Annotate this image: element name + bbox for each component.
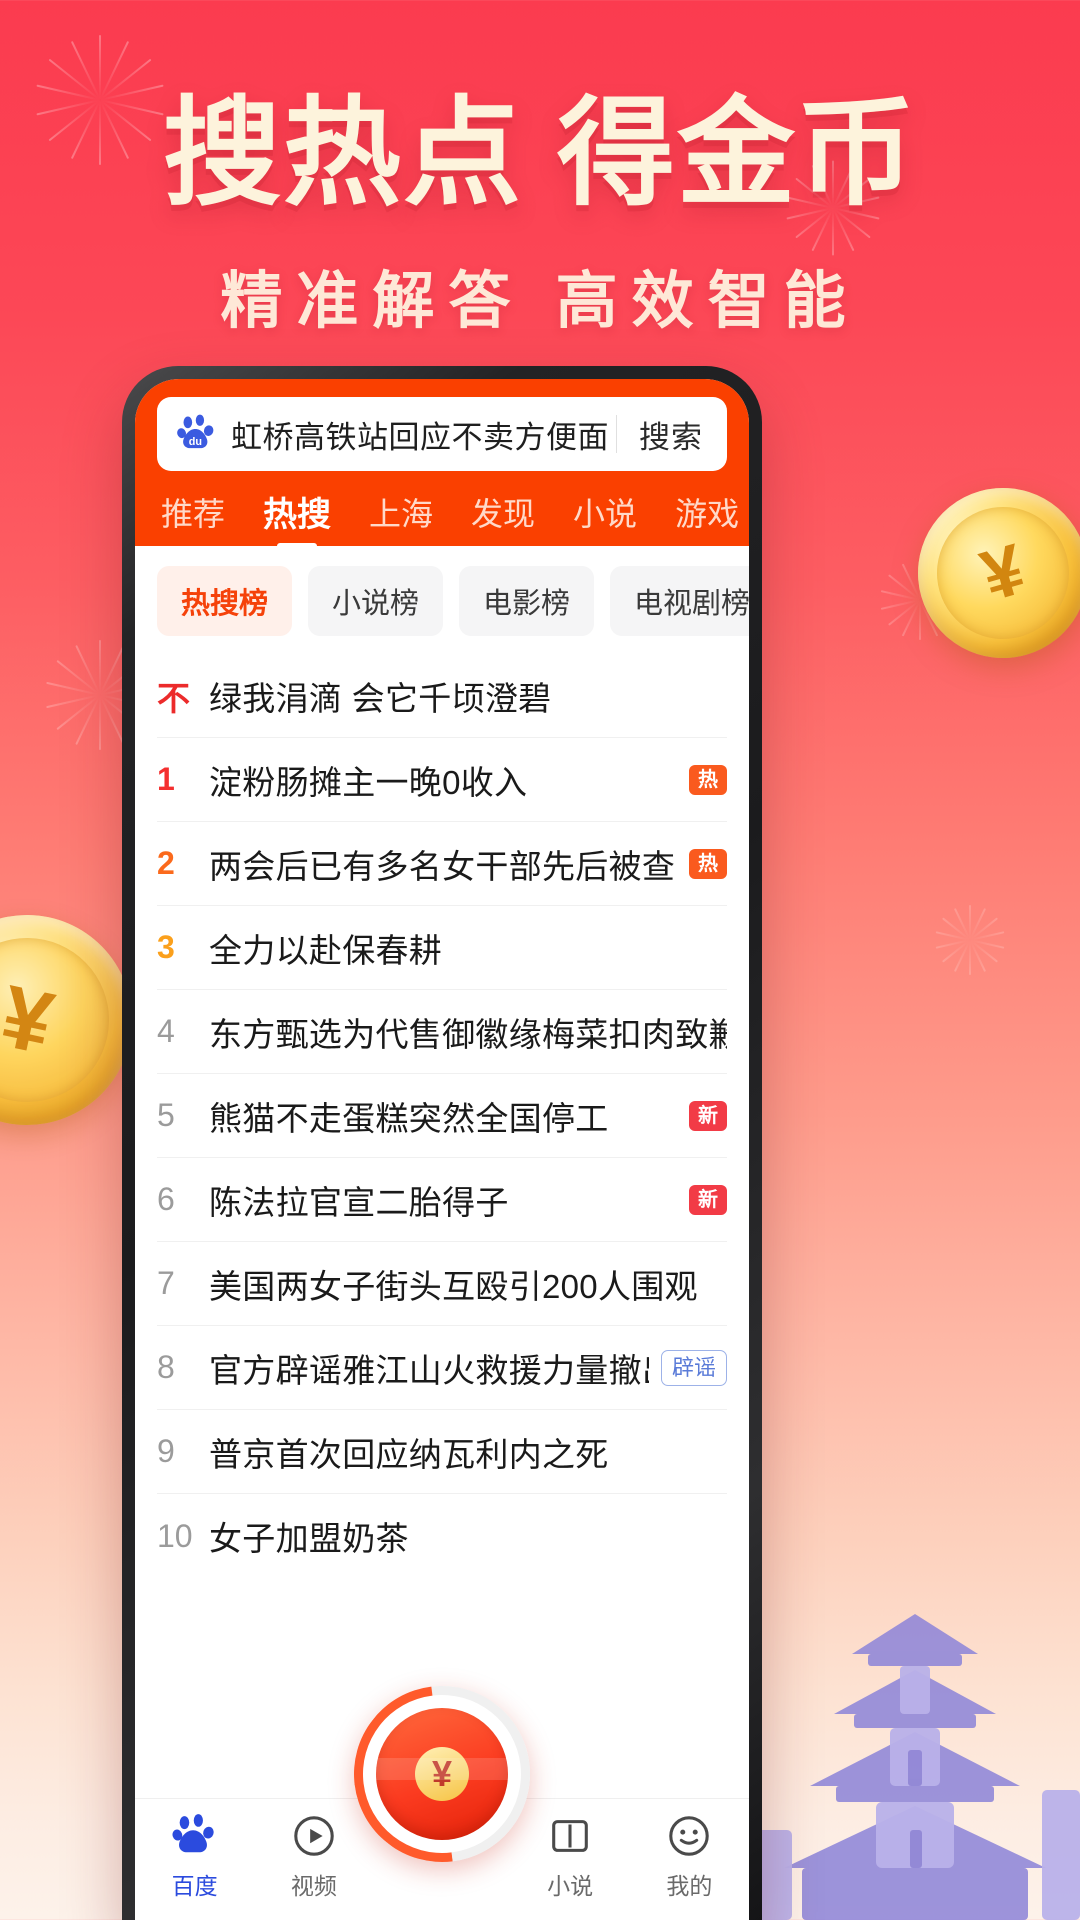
nav-item-novel[interactable]: 小说 <box>511 1813 630 1901</box>
rumor-badge: 辟谣 <box>660 1349 727 1386</box>
nav-item-mine[interactable]: 我的 <box>630 1813 749 1901</box>
chip-hotsearch-board[interactable]: 热搜榜 <box>157 566 293 636</box>
rank-number: 1 <box>157 761 175 797</box>
pagoda-illustration <box>750 1614 1080 1920</box>
hot-search-list: 不 绿我涓滴 会它千顷澄碧 1 淀粉肠摊主一晚0收入 热 2 两会后已有多名女干… <box>135 654 749 1798</box>
headline-part-2: 得金币 <box>557 84 918 222</box>
list-item-title: 东方甄选为代售御徽缘梅菜扣肉致歉 <box>209 1015 727 1053</box>
list-item-title: 女子加盟奶茶 <box>209 1520 409 1557</box>
chip-novel-board[interactable]: 小说榜 <box>308 566 444 636</box>
promo-headline-block: 搜热点 得金币 精准解答 高效智能 <box>0 91 1080 340</box>
play-circle-icon <box>294 1816 334 1856</box>
list-item-title: 官方辟谣雅江山火救援力量撤出 <box>209 1351 649 1389</box>
nav-tabs: 推荐 热搜 上海 发现 小说 游戏 听书 <box>157 471 739 546</box>
list-item-title: 两会后已有多名女干部先后被查 <box>209 847 676 885</box>
list-item-title: 淀粉肠摊主一晚0收入 <box>209 763 528 801</box>
search-button[interactable]: 搜索 <box>621 412 721 457</box>
chip-tvseries-board[interactable]: 电视剧榜 <box>610 566 749 636</box>
baidu-paw-icon: du <box>177 414 214 449</box>
list-item-title: 熊猫不走蛋糕突然全国停工 <box>209 1099 609 1137</box>
list-item[interactable]: 5 熊猫不走蛋糕突然全国停工 新 <box>157 1074 727 1158</box>
list-item[interactable]: 4 东方甄选为代售御徽缘梅菜扣肉致歉 <box>157 990 727 1074</box>
phone-mockup: du 虹桥高铁站回应不卖方便面 搜索 推荐 热搜 上海 发现 小说 游戏 听书 <box>122 366 762 1920</box>
phone-screen: du 虹桥高铁站回应不卖方便面 搜索 推荐 热搜 上海 发现 小说 游戏 听书 <box>135 379 749 1920</box>
rank-number: 3 <box>157 929 175 965</box>
list-item-title: 陈法拉官宣二胎得子 <box>209 1183 509 1221</box>
status-badge: 热 <box>689 764 727 795</box>
tab-novel[interactable]: 小说 <box>554 489 656 535</box>
status-badge: 新 <box>689 1100 727 1131</box>
list-item[interactable]: 10 女子加盟奶茶 <box>157 1494 727 1578</box>
smiley-face-icon <box>669 1816 710 1856</box>
rank-number: 7 <box>157 1265 175 1301</box>
headline-part-1: 搜热点 <box>162 84 523 222</box>
list-item[interactable]: 8 官方辟谣雅江山火救援力量撤出 辟谣 <box>157 1326 727 1410</box>
rank-number: 不 <box>157 679 190 717</box>
chip-movie-board[interactable]: 电影榜 <box>459 566 595 636</box>
rank-number: 9 <box>157 1433 175 1469</box>
list-item-title: 全力以赴保春耕 <box>209 931 443 969</box>
rank-number: 4 <box>157 1013 175 1049</box>
list-item[interactable]: 9 普京首次回应纳瓦利内之死 <box>157 1410 727 1494</box>
search-bar[interactable]: du 虹桥高铁站回应不卖方便面 搜索 <box>157 397 727 471</box>
list-item[interactable]: 7 美国两女子街头互殴引200人围观 <box>157 1242 727 1326</box>
promo-subtitle: 精准解答 高效智能 <box>220 266 860 336</box>
page-title: 搜热点 得金币 <box>0 91 1080 216</box>
list-item-title: 普京首次回应纳瓦利内之死 <box>209 1435 609 1473</box>
sparkle-icon <box>935 905 1005 975</box>
svg-text:du: du <box>189 436 202 448</box>
baidu-paw-icon <box>172 1814 214 1853</box>
nav-label: 我的 <box>666 1873 713 1899</box>
list-item[interactable]: 3 全力以赴保春耕 <box>157 906 727 990</box>
nav-label: 视频 <box>290 1873 337 1899</box>
list-item[interactable]: 不 绿我涓滴 会它千顷澄碧 <box>157 654 727 738</box>
red-packet-icon: ¥ <box>376 1708 508 1840</box>
search-divider <box>616 415 617 453</box>
nav-item-baidu[interactable]: 百度 <box>135 1813 254 1901</box>
tab-game[interactable]: 游戏 <box>656 489 749 535</box>
rank-number: 8 <box>157 1349 175 1385</box>
rank-number: 6 <box>157 1181 175 1217</box>
ranking-filter-chips: 热搜榜 小说榜 电影榜 电视剧榜 汽车榜 <box>135 546 749 654</box>
book-icon <box>552 1820 588 1852</box>
nav-item-video[interactable]: 视频 <box>254 1813 373 1901</box>
red-packet-fab[interactable]: ¥ <box>318 1650 566 1898</box>
nav-label: 小说 <box>547 1873 594 1899</box>
nav-label: 百度 <box>171 1873 218 1899</box>
list-item[interactable]: 1 淀粉肠摊主一晚0收入 热 <box>157 738 727 822</box>
list-item-title: 美国两女子街头互殴引200人围观 <box>209 1267 698 1305</box>
status-badge: 新 <box>689 1184 727 1215</box>
tab-shanghai[interactable]: 上海 <box>350 489 452 535</box>
list-item-title: 绿我涓滴 会它千顷澄碧 <box>209 679 552 717</box>
app-header: du 虹桥高铁站回应不卖方便面 搜索 推荐 热搜 上海 发现 小说 游戏 听书 <box>135 379 749 546</box>
tab-discover[interactable]: 发现 <box>452 489 554 535</box>
list-item[interactable]: 6 陈法拉官宣二胎得子 新 <box>157 1158 727 1242</box>
list-item[interactable]: 2 两会后已有多名女干部先后被查 热 <box>157 822 727 906</box>
rank-number: 10 <box>157 1517 193 1554</box>
rank-number: 5 <box>157 1097 175 1133</box>
search-input[interactable]: 虹桥高铁站回应不卖方便面 <box>231 412 612 457</box>
status-badge: 热 <box>689 848 727 879</box>
tab-recommend[interactable]: 推荐 <box>157 489 244 535</box>
rank-number: 2 <box>157 845 175 881</box>
gold-coin-icon: ¥ <box>897 467 1080 679</box>
tab-hotsearch[interactable]: 热搜 <box>244 487 350 536</box>
